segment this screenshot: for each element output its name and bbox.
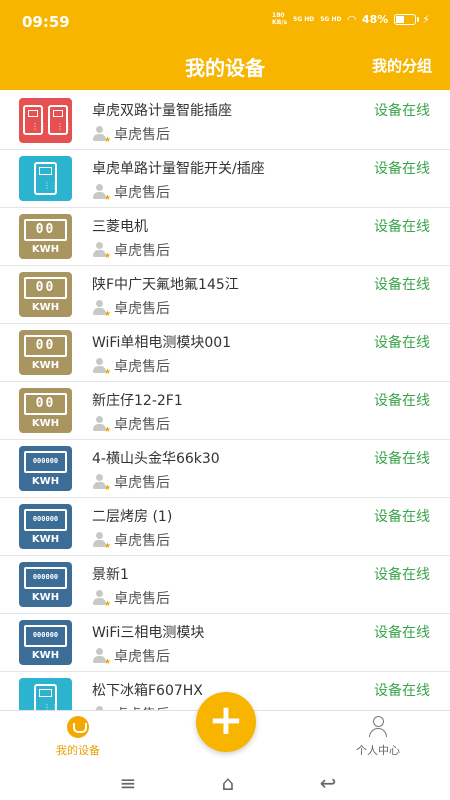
- device-owner: ★卓虎售后: [92, 588, 170, 608]
- device-name: 新庄仔12-2F1: [92, 393, 183, 409]
- user-icon: ★: [92, 300, 111, 318]
- net-speed: 180 KB/s: [272, 12, 288, 26]
- user-icon: ★: [92, 126, 111, 144]
- device-status: 设备在线: [374, 161, 430, 177]
- user-icon: ★: [92, 648, 111, 666]
- device-status: 设备在线: [374, 393, 430, 409]
- status-time: 09:59: [22, 13, 70, 31]
- device-status: 设备在线: [374, 219, 430, 235]
- home-icon[interactable]: ⌂: [208, 771, 248, 795]
- signal-icon-2: 5G HD: [320, 15, 342, 23]
- device-status: 设备在线: [374, 451, 430, 467]
- kwh-meter-icon: 00 KWH: [19, 388, 72, 433]
- user-icon: ★: [92, 184, 111, 202]
- menu-icon[interactable]: ≡: [108, 771, 148, 795]
- device-owner-label: 卓虎售后: [114, 185, 170, 201]
- device-row[interactable]: 00 KWH WiFi单相电测模块001 ★ 卓虎售后 设备在线: [0, 324, 450, 382]
- single-socket-icon: ⋮⋮: [19, 678, 72, 710]
- device-row[interactable]: 000000 KWH 景新1 ★ 卓虎售后 设备在线: [0, 556, 450, 614]
- device-row[interactable]: 000000 KWH 4-横山头金华66k30 ★ 卓虎售后 设备在线: [0, 440, 450, 498]
- device-owner-label: 卓虎售后: [114, 417, 170, 433]
- person-icon: [367, 716, 389, 738]
- tab-my-devices[interactable]: 我的设备: [38, 716, 118, 758]
- device-owner-label: 卓虎售后: [114, 127, 170, 143]
- device-owner-label: 卓虎售后: [114, 649, 170, 665]
- device-owner: ★卓虎售后: [92, 240, 170, 260]
- device-owner: ★卓虎售后: [92, 472, 170, 492]
- three-phase-meter-icon: 000000 KWH: [19, 446, 72, 491]
- three-phase-meter-icon: 000000 KWH: [19, 504, 72, 549]
- device-owner-label: 卓虎售后: [114, 301, 170, 317]
- device-name: 卓虎单路计量智能开关/插座: [92, 161, 265, 177]
- device-name: WiFi三相电测模块: [92, 625, 205, 641]
- tab-profile[interactable]: 个人中心: [338, 716, 418, 758]
- device-owner: ★卓虎售后: [92, 414, 170, 434]
- home-device-icon: [67, 716, 89, 738]
- device-name: 松下冰箱F607HX: [92, 683, 203, 699]
- device-row[interactable]: ⋮⋮ ⋮⋮ 卓虎双路计量智能插座 ★ 卓虎售后 设备在线: [0, 92, 450, 150]
- back-icon[interactable]: ↩: [308, 771, 348, 795]
- status-icons: 180 KB/s 5G HD 5G HD ◠ 48% ⚡: [272, 12, 430, 26]
- device-owner: ★卓虎售后: [92, 646, 170, 666]
- three-phase-meter-icon: 000000 KWH: [19, 620, 72, 665]
- battery-percent: 48%: [361, 12, 389, 26]
- device-status: 设备在线: [374, 625, 430, 641]
- app-header: 我的设备 我的分组: [0, 40, 450, 90]
- device-owner: ★卓虎售后: [92, 182, 170, 202]
- kwh-meter-icon: 00 KWH: [19, 330, 72, 375]
- wifi-icon: ◠: [347, 12, 356, 26]
- device-owner: ★卓虎售后: [92, 124, 170, 144]
- user-icon: ★: [92, 416, 111, 434]
- device-row[interactable]: 00 KWH 新庄仔12-2F1 ★ 卓虎售后 设备在线: [0, 382, 450, 440]
- device-row[interactable]: 00 KWH 三菱电机 ★ 卓虎售后 设备在线: [0, 208, 450, 266]
- my-groups-button[interactable]: 我的分组: [372, 55, 432, 76]
- signal-icon: 5G HD: [293, 15, 315, 23]
- system-nav-bar: ≡ ⌂ ↩: [0, 765, 450, 800]
- device-name: 陕F中广天氟地氟145江: [92, 277, 239, 293]
- kwh-meter-icon: 00 KWH: [19, 272, 72, 317]
- device-name: 景新1: [92, 567, 129, 583]
- device-row[interactable]: ⋮⋮ 卓虎单路计量智能开关/插座 ★ 卓虎售后 设备在线: [0, 150, 450, 208]
- battery-icon: [394, 13, 420, 25]
- device-name: WiFi单相电测模块001: [92, 335, 232, 351]
- device-name: 卓虎双路计量智能插座: [92, 103, 232, 119]
- tab-profile-label: 个人中心: [356, 744, 400, 757]
- device-name: 4-横山头金华66k30: [92, 451, 220, 467]
- charging-icon: ⚡: [422, 12, 430, 26]
- three-phase-meter-icon: 000000 KWH: [19, 562, 72, 607]
- device-owner-label: 卓虎售后: [114, 591, 170, 607]
- tab-my-devices-label: 我的设备: [56, 744, 100, 757]
- single-socket-icon: ⋮⋮: [19, 156, 72, 201]
- user-icon: ★: [92, 532, 111, 550]
- device-status: 设备在线: [374, 509, 430, 525]
- device-owner: ★卓虎售后: [92, 356, 170, 376]
- device-row[interactable]: 000000 KWH 二层烤房 (1) ★ 卓虎售后 设备在线: [0, 498, 450, 556]
- device-row[interactable]: 000000 KWH WiFi三相电测模块 ★ 卓虎售后 设备在线: [0, 614, 450, 672]
- device-list: ⋮⋮ ⋮⋮ 卓虎双路计量智能插座 ★ 卓虎售后 设备在线 ⋮⋮ 卓虎单路计量智能开关/插座 ★ 卓…: [0, 92, 450, 710]
- device-name: 三菱电机: [92, 219, 148, 235]
- user-icon: ★: [92, 474, 111, 492]
- status-bar: 09:59 180 KB/s 5G HD 5G HD ◠ 48% ⚡: [0, 0, 450, 40]
- device-status: 设备在线: [374, 277, 430, 293]
- device-status: 设备在线: [374, 103, 430, 119]
- device-status: 设备在线: [374, 683, 430, 699]
- user-icon: ★: [92, 590, 111, 608]
- device-owner-label: 卓虎售后: [114, 243, 170, 259]
- dual-socket-icon: ⋮⋮ ⋮⋮: [19, 98, 72, 143]
- user-icon: ★: [92, 358, 111, 376]
- device-owner-label: 卓虎售后: [114, 533, 170, 549]
- user-icon: ★: [92, 242, 111, 260]
- device-status: 设备在线: [374, 335, 430, 351]
- device-owner: ★卓虎售后: [92, 298, 170, 318]
- device-row[interactable]: 00 KWH 陕F中广天氟地氟145江 ★ 卓虎售后 设备在线: [0, 266, 450, 324]
- kwh-meter-icon: 00 KWH: [19, 214, 72, 259]
- add-device-button[interactable]: +: [196, 692, 256, 752]
- device-name: 二层烤房 (1): [92, 509, 173, 525]
- device-owner: ★卓虎售后: [92, 530, 170, 550]
- device-owner-label: 卓虎售后: [114, 359, 170, 375]
- device-owner-label: 卓虎售后: [114, 475, 170, 491]
- device-status: 设备在线: [374, 567, 430, 583]
